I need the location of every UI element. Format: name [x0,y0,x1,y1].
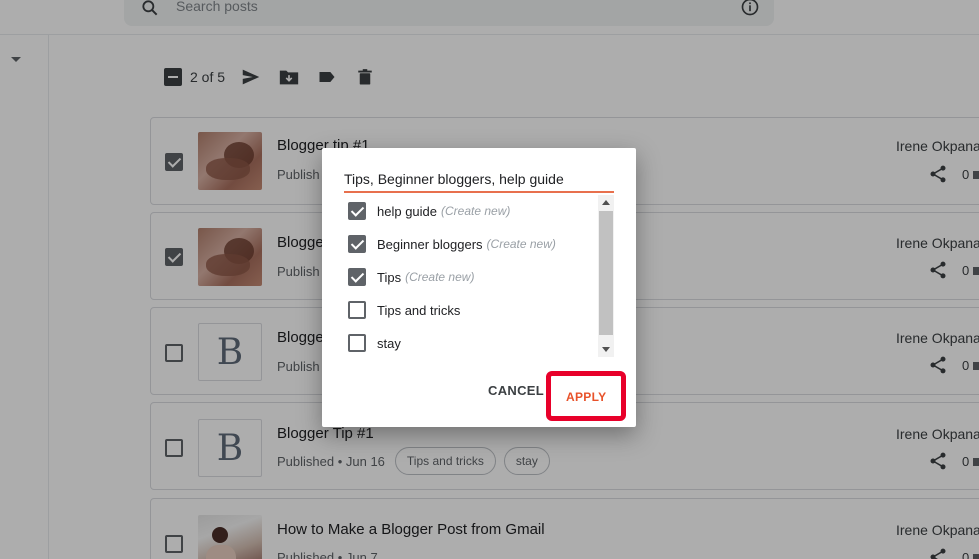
apply-button[interactable]: APPLY [566,390,606,404]
label-option-beginner-bloggers[interactable]: Beginner bloggers (Create new) [348,232,556,256]
label-name: Tips and tricks [377,302,461,318]
label-checkbox[interactable] [348,301,366,319]
labels-list: help guide (Create new) Beginner blogger… [344,195,614,357]
labels-input[interactable]: Tips, Beginner bloggers, help guide [344,171,614,193]
create-new-hint: (Create new) [486,237,556,251]
scrollbar-thumb[interactable] [599,211,613,335]
label-checkbox[interactable] [348,268,366,286]
label-name: stay [377,335,401,351]
create-new-hint: (Create new) [405,270,475,284]
scroll-up-arrow-icon[interactable] [602,200,610,205]
create-new-hint: (Create new) [441,204,511,218]
label-option-tips[interactable]: Tips (Create new) [348,265,474,289]
label-name: help guide [377,203,437,219]
cancel-button[interactable]: CANCEL [488,383,544,398]
labels-scrollbar[interactable] [598,195,614,357]
label-option-tips-and-tricks[interactable]: Tips and tricks [348,298,460,322]
label-option-help-guide[interactable]: help guide (Create new) [348,199,510,223]
scroll-down-arrow-icon[interactable] [602,347,610,352]
label-checkbox[interactable] [348,235,366,253]
label-name: Tips [377,269,402,285]
label-checkbox[interactable] [348,202,366,220]
label-option-stay[interactable]: stay [348,331,401,355]
label-name: Beginner bloggers [377,236,483,252]
blogger-posts-page: Search posts 2 of 5 Blogger tip #1 Publi… [0,0,979,559]
labels-dialog: Tips, Beginner bloggers, help guide help… [322,148,636,427]
label-checkbox[interactable] [348,334,366,352]
